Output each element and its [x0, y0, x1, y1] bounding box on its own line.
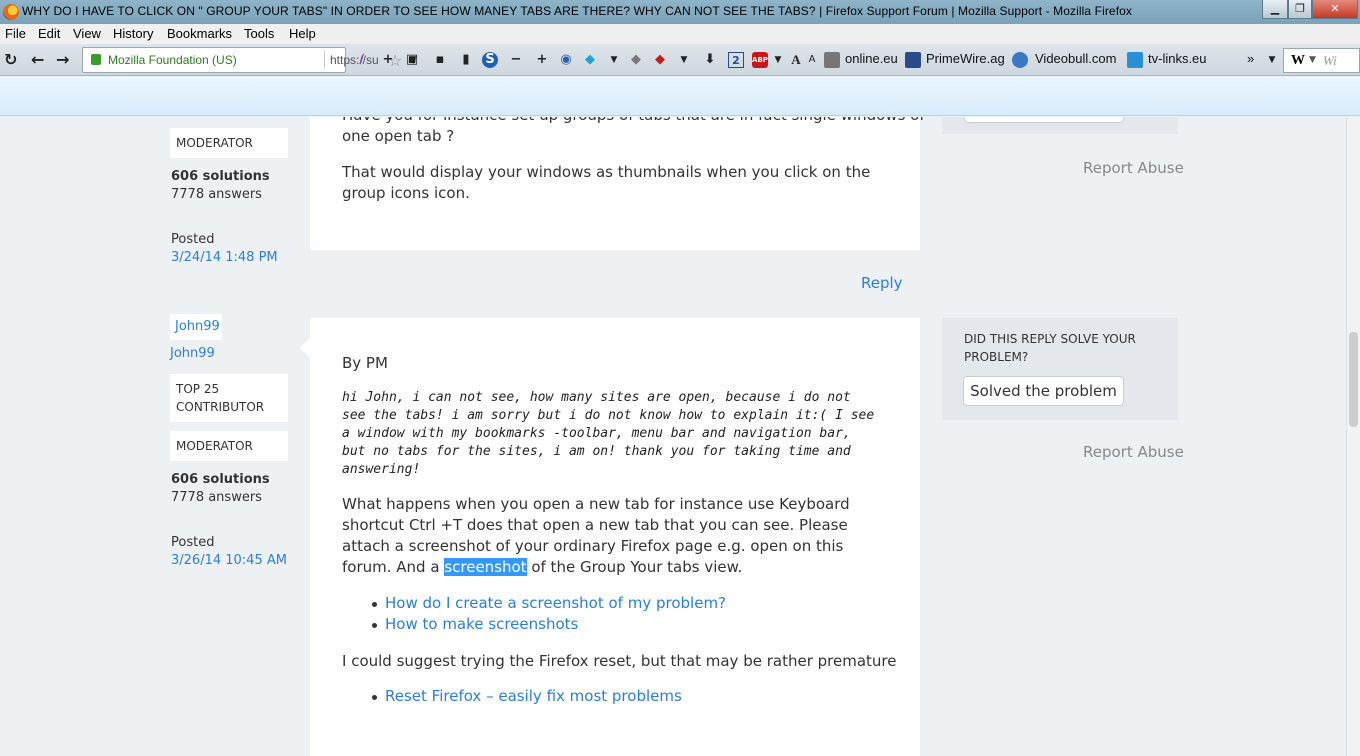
navigation-toolbar: ↻ ← → Mozilla Foundation (US) https://su… — [0, 44, 1360, 76]
forward-icon[interactable]: → — [56, 50, 69, 70]
menu-tools[interactable]: Tools — [244, 26, 274, 41]
bookmark-videobull[interactable]: Videobull.com — [1035, 51, 1116, 66]
lock-icon — [91, 54, 101, 65]
clipboard-icon[interactable]: ▮ — [458, 52, 474, 68]
counter-badge-icon[interactable]: 2 — [728, 52, 744, 68]
menu-bookmarks[interactable]: Bookmarks — [167, 26, 232, 41]
bookmark-primewire[interactable]: PrimeWire.ag — [926, 51, 1005, 66]
quoted-message: hi John, i can not see, how many sites a… — [342, 390, 875, 477]
reply-card: Have you for instance set up groups of t… — [310, 117, 925, 250]
red-addon-dropdown-icon[interactable]: ▼ — [676, 52, 692, 68]
posted-label: Posted — [171, 535, 215, 550]
new-tab-plus-icon[interactable]: + — [380, 52, 396, 68]
bookmark-videobull-icon — [1012, 52, 1028, 68]
scrollbar-thumb[interactable] — [1349, 332, 1358, 427]
window-title: WHY DO I HAVE TO CLICK ON " GROUP YOUR T… — [22, 4, 1133, 18]
reply-body-text: of the Group Your tabs view. — [526, 558, 743, 576]
toolbar-dropdown-icon[interactable]: ▼ — [1264, 52, 1280, 68]
menu-help[interactable]: Help — [289, 26, 316, 41]
wikipedia-icon[interactable]: W — [1291, 53, 1305, 69]
solve-box: DID THIS REPLY SOLVE YOUR PROBLEM? Solve… — [942, 318, 1178, 420]
selected-text: screenshot — [444, 558, 527, 576]
menu-bar: File Edit View History Bookmarks Tools H… — [0, 24, 1360, 44]
s-addon-icon[interactable]: S — [482, 52, 498, 68]
menu-history[interactable]: History — [113, 26, 153, 41]
search-box[interactable]: W ▼ Wi — [1283, 48, 1360, 73]
solutions-count: 606 solutions — [171, 169, 270, 184]
posted-date-link[interactable]: 3/24/14 1:48 PM — [171, 250, 278, 265]
bookmark-online[interactable]: online.eu — [845, 51, 898, 66]
red-addon-icon[interactable]: ◆ — [652, 52, 668, 68]
reply-text-line: Have you for instance set up groups of t… — [342, 117, 925, 126]
posted-label: Posted — [171, 232, 215, 247]
window-titlebar: WHY DO I HAVE TO CLICK ON " GROUP YOUR T… — [0, 0, 1360, 24]
make-screenshots-link[interactable]: How to make screenshots — [385, 615, 578, 633]
bookmarks-overflow-icon[interactable]: » — [1247, 51, 1254, 66]
reset-firefox-link[interactable]: Reset Firefox – easily fix most problems — [385, 687, 682, 705]
zoom-in-icon[interactable]: + — [534, 52, 550, 68]
restore-button[interactable]: ❐ — [1288, 0, 1312, 19]
reply-paragraph: That would display your windows as thumb… — [342, 163, 871, 202]
bookmark-tvlinks[interactable]: tv-links.eu — [1148, 51, 1207, 66]
answers-count: 7778 answers — [171, 187, 262, 202]
pen-icon[interactable]: ∕ — [354, 52, 370, 68]
answers-count: 7778 answers — [171, 490, 262, 505]
bullet-icon — [372, 602, 377, 607]
search-input[interactable]: Wi — [1323, 53, 1337, 69]
report-abuse-link[interactable]: Report Abuse — [1083, 443, 1184, 461]
screenshot-help-link[interactable]: How do I create a screenshot of my probl… — [385, 594, 726, 612]
firefox-icon — [3, 4, 19, 20]
adblock-dropdown-icon[interactable]: ▼ — [770, 52, 786, 68]
card-pointer — [300, 338, 310, 358]
username-link[interactable]: John99 — [170, 346, 215, 361]
solve-box-partial — [942, 117, 1178, 134]
menu-view[interactable]: View — [73, 26, 101, 41]
site-identity[interactable]: Mozilla Foundation (US) — [108, 53, 237, 67]
back-icon[interactable]: ← — [31, 50, 44, 70]
report-abuse-link[interactable]: Report Abuse — [1083, 159, 1184, 177]
minimize-button[interactable]: ▁ — [1262, 0, 1288, 19]
search-engine-dropdown-icon[interactable]: ▼ — [1309, 55, 1316, 65]
username-badge[interactable]: John99 — [170, 314, 222, 340]
notification-strip — [0, 77, 1360, 116]
font-size-icon[interactable]: A — [788, 52, 804, 68]
menu-file[interactable]: File — [5, 26, 26, 41]
moderator-badge: MODERATOR — [170, 431, 288, 461]
eye-icon[interactable]: ◉ — [558, 52, 574, 68]
font-small-icon[interactable]: A — [804, 52, 820, 68]
close-button[interactable]: ✕ — [1312, 0, 1358, 19]
bullet-icon — [372, 695, 377, 700]
reload-icon[interactable]: ↻ — [4, 50, 17, 70]
solved-problem-button[interactable]: Solved the problem — [963, 376, 1124, 406]
addon-blue-icon[interactable]: ◆ — [582, 52, 598, 68]
mask-icon[interactable]: ◆ — [628, 52, 644, 68]
zoom-out-icon[interactable]: − — [508, 52, 524, 68]
screen-icon[interactable]: ▪ — [432, 52, 448, 68]
reply-body: What happens when you open a new tab for… — [342, 494, 894, 578]
url-divider — [324, 51, 325, 69]
addon-dropdown-icon[interactable]: ▼ — [606, 52, 622, 68]
posted-date-link[interactable]: 3/26/14 10:45 AM — [171, 553, 287, 568]
reset-paragraph: I could suggest trying the Firefox reset… — [342, 652, 897, 670]
download-icon[interactable]: ⬇ — [702, 52, 718, 68]
bookmark-primewire-icon — [905, 52, 921, 68]
adblock-icon[interactable]: ABP — [752, 52, 768, 68]
vertical-scrollbar[interactable] — [1346, 117, 1360, 756]
top-contributor-badge: TOP 25 CONTRIBUTOR — [170, 374, 288, 422]
menu-edit[interactable]: Edit — [38, 26, 60, 41]
solve-button-partial[interactable] — [964, 117, 1124, 123]
bookmark-online-icon — [824, 52, 840, 68]
reply-card: By PM hi John, i can not see, how many s… — [310, 318, 920, 756]
bookmark-tvlinks-icon — [1127, 52, 1143, 68]
reply-link[interactable]: Reply — [861, 274, 903, 292]
window-icon[interactable]: ▣ — [404, 52, 420, 68]
reply-text-line: one open tab ? — [342, 127, 455, 145]
solutions-count: 606 solutions — [171, 472, 270, 487]
quote-author: By PM — [342, 354, 388, 372]
page-content: MODERATOR 606 solutions 7778 answers Pos… — [0, 117, 1346, 756]
moderator-badge: MODERATOR — [170, 128, 288, 158]
solve-question: DID THIS REPLY SOLVE YOUR PROBLEM? — [964, 332, 1136, 364]
bullet-icon — [372, 623, 377, 628]
url-bar[interactable]: Mozilla Foundation (US) https://su ☆ ▼ — [82, 47, 417, 73]
